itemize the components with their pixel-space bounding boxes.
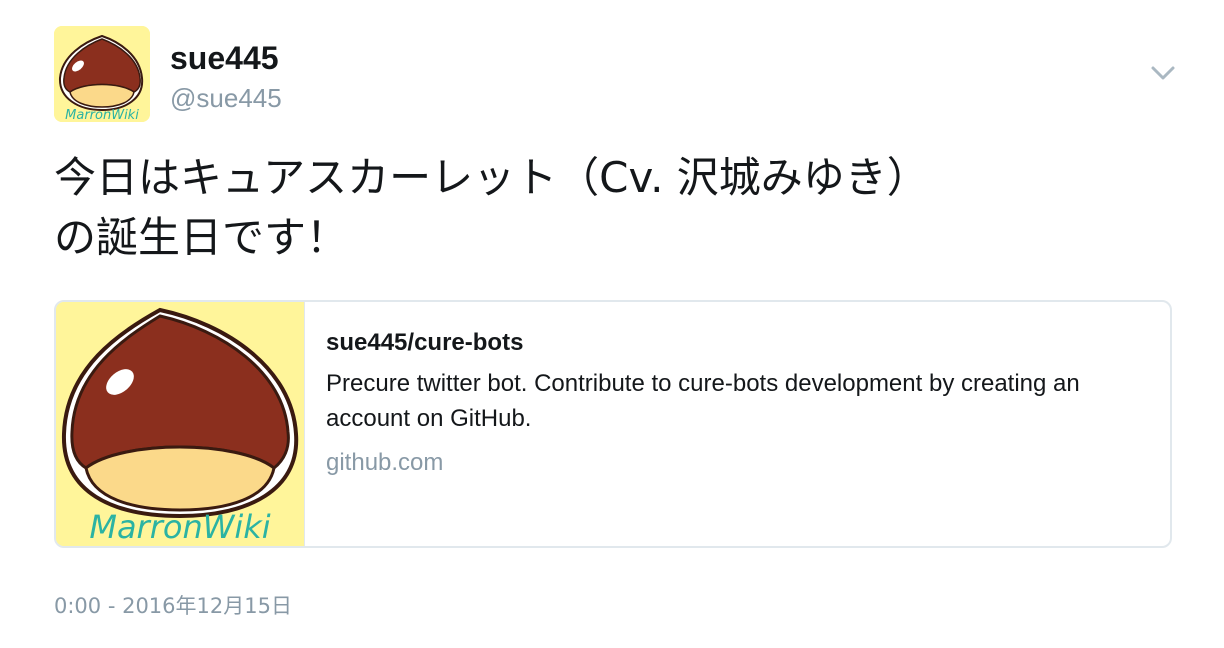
avatar[interactable]: MarronWiki [54, 26, 150, 122]
avatar-logo-text: MarronWiki [65, 108, 139, 122]
card-description: Precure twitter bot. Contribute to cure-… [326, 370, 1080, 432]
chevron-down-icon[interactable] [1146, 56, 1180, 90]
card-image: MarronWiki [56, 302, 305, 546]
display-name[interactable]: sue445 [170, 38, 279, 78]
tweet-text: 今日はキュアスカーレット（Cv. 沢城みゆき） の誕生日です！ [54, 153, 929, 262]
link-card[interactable]: MarronWiki sue445/cure-bots Precure twit… [54, 300, 1172, 548]
tweet-timestamp[interactable]: 0:00 - 2016年12月15日 [54, 590, 292, 622]
chestnut-logo-image: MarronWiki [54, 26, 150, 122]
card-logo-text: MarronWiki [89, 508, 270, 546]
card-title[interactable]: sue445/cure-bots [326, 326, 1136, 360]
chestnut-logo-image: MarronWiki [56, 302, 304, 546]
card-body: sue445/cure-bots Precure twitter bot. Co… [326, 326, 1136, 480]
user-handle[interactable]: @sue445 [170, 80, 282, 116]
card-domain: github.com [326, 449, 444, 476]
